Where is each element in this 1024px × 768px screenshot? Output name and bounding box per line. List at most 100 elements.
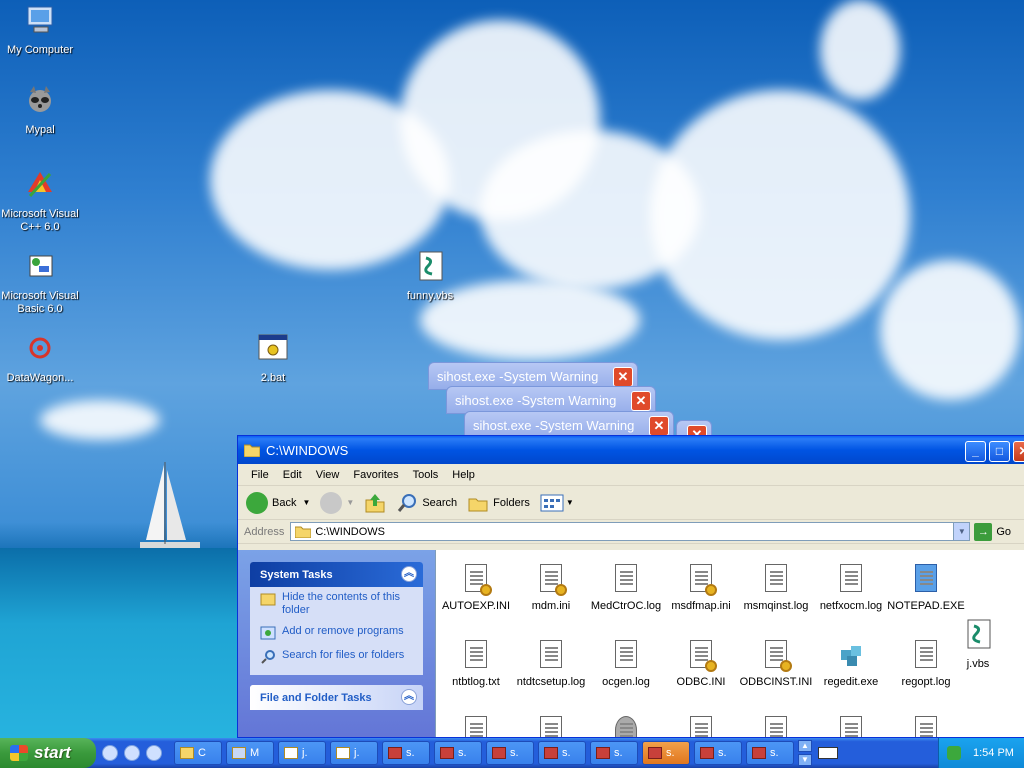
- address-input[interactable]: C:\WINDOWS ▼: [290, 522, 971, 541]
- views-button[interactable]: ▼: [540, 494, 574, 512]
- file-item[interactable]: ODBC.INI: [661, 640, 741, 688]
- close-icon[interactable]: ✕: [631, 391, 651, 411]
- back-button[interactable]: Back ▼: [246, 491, 310, 514]
- taskbar-task-active[interactable]: s.: [642, 741, 690, 765]
- chevron-down-icon[interactable]: ▼: [566, 498, 574, 507]
- taskbar-task[interactable]: j.: [330, 741, 378, 765]
- up-folder-button[interactable]: [364, 492, 386, 514]
- task-label: s.: [562, 747, 571, 759]
- file-item[interactable]: ntbtlog.txt: [436, 640, 516, 688]
- task-hide-contents[interactable]: Hide the contents of this folder: [250, 587, 423, 621]
- file-item[interactable]: [436, 716, 516, 737]
- start-button[interactable]: start: [0, 738, 96, 768]
- chevron-down-icon[interactable]: ▼: [346, 498, 354, 507]
- close-icon[interactable]: ✕: [613, 367, 633, 387]
- taskbar-task[interactable]: s.: [746, 741, 794, 765]
- collapse-icon[interactable]: ︽: [401, 689, 417, 705]
- file-item[interactable]: mdm.ini: [511, 564, 591, 612]
- file-name: ntdtcsetup.log: [516, 676, 586, 688]
- file-item[interactable]: [886, 716, 966, 737]
- file-item[interactable]: msdfmap.ini: [661, 564, 741, 612]
- folders-button[interactable]: Folders: [467, 493, 530, 513]
- menu-help[interactable]: Help: [445, 469, 482, 481]
- address-label: Address: [244, 525, 285, 538]
- task-label: Add or remove programs: [282, 625, 404, 637]
- file-item[interactable]: [661, 716, 741, 737]
- file-item[interactable]: ntdtcsetup.log: [511, 640, 591, 688]
- vbs-script-icon: [419, 251, 443, 281]
- file-item[interactable]: msmqinst.log: [736, 564, 816, 612]
- taskbar-task[interactable]: s.: [486, 741, 534, 765]
- desktop-icon-datawagon[interactable]: DataWagon...: [0, 332, 80, 385]
- taskbar-task[interactable]: M: [226, 741, 274, 765]
- cloud: [880, 260, 1020, 400]
- ini-icon: [462, 564, 492, 596]
- menu-edit[interactable]: Edit: [276, 469, 309, 481]
- cloud: [820, 0, 900, 100]
- go-button[interactable]: → Go: [974, 522, 1011, 541]
- file-item[interactable]: [811, 716, 891, 737]
- file-name: AUTOEXP.INI: [441, 600, 511, 612]
- desktop-icon-j-vbs[interactable]: j.vbs: [938, 618, 1018, 671]
- taskbar-task[interactable]: s.: [382, 741, 430, 765]
- file-item[interactable]: NOTEPAD.EXE: [886, 564, 966, 612]
- file-item[interactable]: regedit.exe: [811, 640, 891, 688]
- search-button[interactable]: Search: [396, 492, 457, 514]
- close-button[interactable]: ✕: [1013, 441, 1024, 462]
- system-tasks-header[interactable]: System Tasks ︽: [250, 562, 423, 587]
- internet-explorer-icon[interactable]: [124, 745, 140, 761]
- forward-button[interactable]: ▼: [320, 491, 354, 514]
- system-tasks-panel: System Tasks ︽ Hide the contents of this…: [250, 562, 423, 675]
- minimize-button[interactable]: _: [965, 441, 986, 462]
- media-player-icon[interactable]: [146, 745, 162, 761]
- desktop-icon-visual-basic[interactable]: Microsoft Visual Basic 6.0: [0, 250, 80, 316]
- scroll-down-icon[interactable]: ▼: [798, 754, 812, 766]
- taskbar-task[interactable]: s.: [538, 741, 586, 765]
- search-label: Search: [422, 496, 458, 509]
- clock[interactable]: 1:54 PM: [973, 747, 1014, 759]
- desktop-icon-mypal[interactable]: Mypal: [0, 84, 80, 137]
- file-item[interactable]: ocgen.log: [586, 640, 666, 688]
- warning-window-title[interactable]: sihost.exe -System Warning ✕: [446, 386, 656, 414]
- file-item[interactable]: [586, 716, 666, 737]
- menu-tools[interactable]: Tools: [406, 469, 446, 481]
- taskbar-task[interactable]: s.: [694, 741, 742, 765]
- task-add-remove-programs[interactable]: Add or remove programs: [250, 621, 423, 645]
- desktop-icon-my-computer[interactable]: My Computer: [0, 4, 80, 57]
- taskbar-task[interactable]: s.: [590, 741, 638, 765]
- batch-file-icon: [258, 334, 288, 360]
- menu-view[interactable]: View: [309, 469, 347, 481]
- desktop-icon-2-bat[interactable]: 2.bat: [233, 332, 313, 385]
- taskbar-task[interactable]: j.: [278, 741, 326, 765]
- task-search-files[interactable]: Search for files or folders: [250, 645, 423, 675]
- quick-launch-item-icon[interactable]: [102, 745, 118, 761]
- explorer-titlebar[interactable]: C:\WINDOWS _ □ ✕: [238, 436, 1024, 464]
- chevron-down-icon[interactable]: ▼: [302, 498, 310, 507]
- file-item[interactable]: [511, 716, 591, 737]
- desktop-icon-label: My Computer: [6, 44, 74, 56]
- system-tray: 1:54 PM: [938, 738, 1024, 768]
- maximize-button[interactable]: □: [989, 441, 1010, 462]
- tray-app-icon[interactable]: [947, 746, 961, 760]
- desktop-icon-label: Mypal: [25, 124, 55, 136]
- file-item[interactable]: AUTOEXP.INI: [436, 564, 516, 612]
- warning-icon: [544, 747, 558, 759]
- collapse-icon[interactable]: ︽: [401, 566, 417, 582]
- file-folder-tasks-header[interactable]: File and Folder Tasks ︽: [250, 685, 423, 710]
- file-item[interactable]: [736, 716, 816, 737]
- desktop-icon-visual-cpp[interactable]: Microsoft Visual C++ 6.0: [0, 168, 80, 234]
- folder-icon: [180, 747, 194, 759]
- file-item[interactable]: ODBCINST.INI: [736, 640, 816, 688]
- up-folder-icon: [365, 493, 385, 512]
- scroll-up-icon[interactable]: ▲: [798, 740, 812, 752]
- close-icon[interactable]: ✕: [649, 416, 669, 436]
- taskbar-task[interactable]: s.: [434, 741, 482, 765]
- chevron-down-icon[interactable]: ▼: [953, 523, 970, 540]
- desktop-icon-funny-vbs[interactable]: funny.vbs: [390, 250, 470, 303]
- file-item[interactable]: netfxocm.log: [811, 564, 891, 612]
- taskbar-task[interactable]: C: [174, 741, 222, 765]
- menu-favorites[interactable]: Favorites: [346, 469, 405, 481]
- file-item[interactable]: MedCtrOC.log: [586, 564, 666, 612]
- keyboard-icon[interactable]: [818, 747, 838, 759]
- menu-file[interactable]: File: [244, 469, 276, 481]
